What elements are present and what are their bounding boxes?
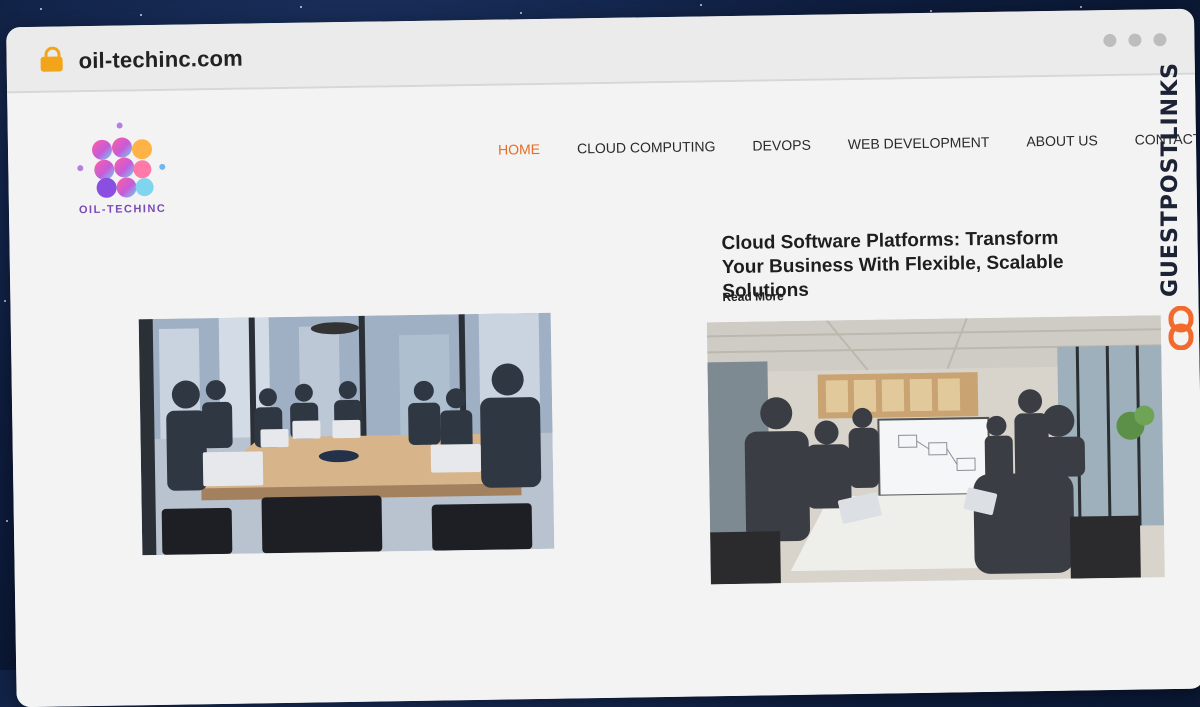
nav-item-web-development[interactable]: WEB DEVELOPMENT	[848, 134, 990, 152]
nav-item-about-us[interactable]: ABOUT US	[1026, 132, 1098, 149]
office-meeting-image[interactable]	[138, 312, 555, 556]
window-dot-icon[interactable]	[1128, 33, 1142, 47]
window-controls	[1103, 33, 1167, 48]
window-dot-icon[interactable]	[1153, 33, 1167, 47]
web-page: OIL-TECHINC HOME CLOUD COMPUTING DEVOPS …	[7, 74, 1200, 707]
window-dot-icon[interactable]	[1103, 33, 1117, 48]
url-text[interactable]: oil-techinc.com	[78, 46, 243, 75]
read-more-link[interactable]: Read More	[722, 289, 784, 304]
brand-name[interactable]: OIL-TECHINC	[79, 203, 167, 216]
nav-item-cloud-computing[interactable]: CLOUD COMPUTING	[577, 138, 716, 156]
main-navigation: HOME CLOUD COMPUTING DEVOPS WEB DEVELOPM…	[498, 130, 1200, 158]
lock-icon	[40, 46, 63, 72]
browser-window: oil-techinc.com OIL-TECHINC HOME CLOUD C…	[6, 8, 1200, 707]
link-chain-icon	[1168, 306, 1194, 350]
nav-item-home[interactable]: HOME	[498, 141, 540, 158]
team-collaboration-image[interactable]	[706, 315, 1165, 585]
nav-item-devops[interactable]: DEVOPS	[752, 137, 811, 154]
watermark-text: GUESTPOSTLINKS	[1158, 62, 1183, 297]
